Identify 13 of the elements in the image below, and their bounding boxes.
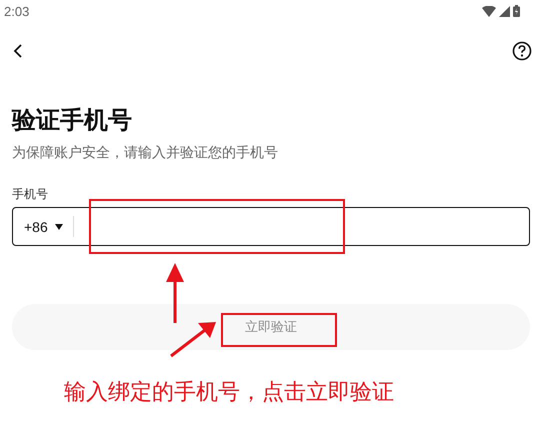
help-icon[interactable] [512,41,532,61]
dropdown-caret-icon[interactable] [54,224,63,230]
signal-icon [499,6,510,16]
page-subtitle: 为保障账户安全，请输入并验证您的手机号 [12,144,279,163]
back-icon[interactable] [13,44,23,58]
page-title: 验证手机号 [12,105,133,135]
country-code-selector[interactable]: +86 [24,218,48,234]
status-time: 2:03 [4,4,30,18]
battery-icon [513,5,520,17]
annotation-note: 输入绑定的手机号，点击立即验证 [64,379,394,407]
wifi-icon [482,6,496,16]
phone-input-field[interactable]: +86 [12,207,530,246]
field-label: 手机号 [12,186,49,202]
